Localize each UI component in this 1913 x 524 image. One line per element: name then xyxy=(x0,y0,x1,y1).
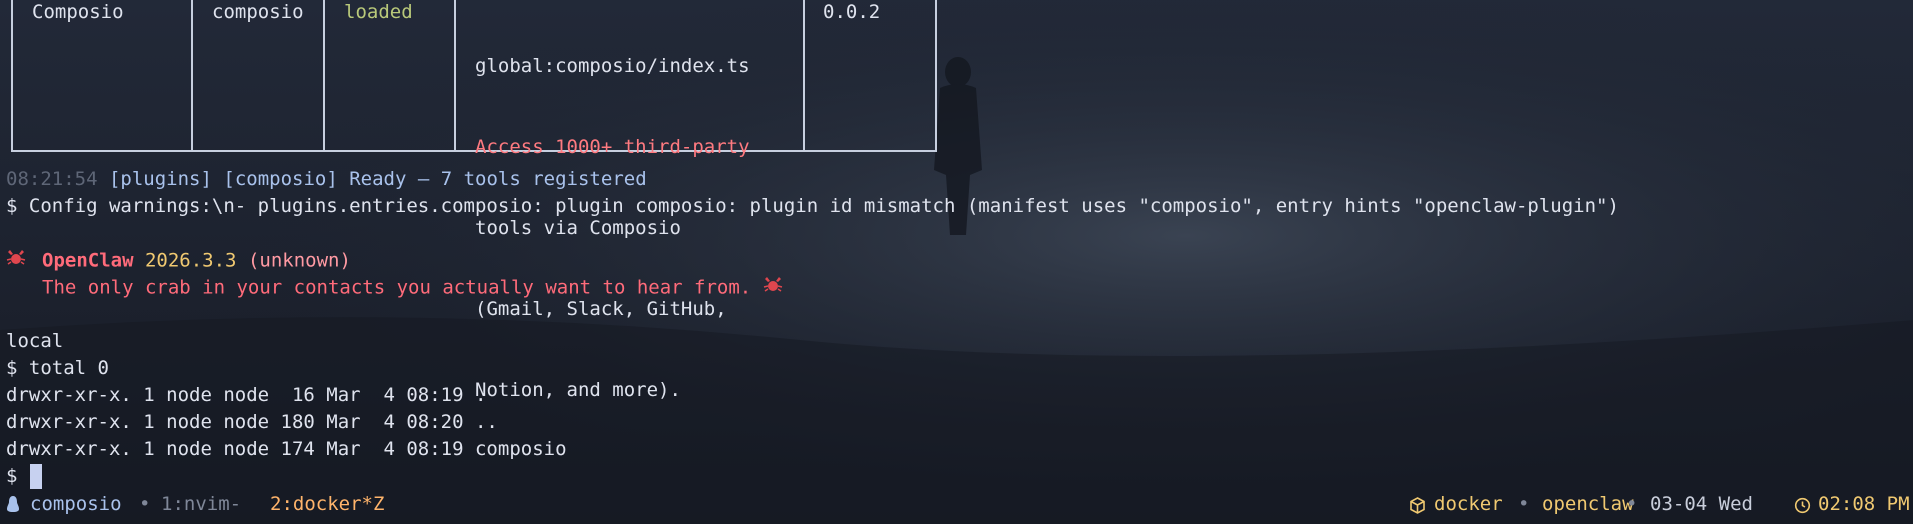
banner-line: OpenClaw 2026.3.3 (unknown) xyxy=(6,247,351,275)
shell-prompt: $ xyxy=(6,465,18,487)
log-tag-plugins: [plugins] xyxy=(108,168,212,190)
log-line: 08:21:54 [plugins] [composio] Ready — 7 … xyxy=(6,166,647,193)
status-separator: • xyxy=(1518,493,1530,515)
banner-tagline-line: The only crab in your contacts you actua… xyxy=(42,274,785,302)
plugin-name-cell: Composio xyxy=(32,1,124,23)
plugin-source-cell: global:composio/index.ts Access 1000+ th… xyxy=(475,0,750,458)
banner-app-name: OpenClaw xyxy=(42,249,134,272)
plugin-status-cell: loaded xyxy=(344,1,413,23)
listing-entry: drwxr-xr-x. 1 node node 16 Mar 4 08:19 . xyxy=(6,384,487,406)
config-warning-line: $ Config warnings:\n- plugins.entries.co… xyxy=(6,195,1619,217)
session-name[interactable]: composio xyxy=(30,491,122,518)
plugin-source: global:composio/index.ts xyxy=(475,55,750,77)
tmux-status-bar: composio • 1:nvim- 2:docker*Z docker • o… xyxy=(0,488,1913,524)
listing-header: local xyxy=(6,330,64,352)
container-label: openclaw xyxy=(1542,493,1634,515)
log-message: Ready — 7 tools registered xyxy=(349,168,647,190)
log-tag-composio: [composio] xyxy=(223,168,338,190)
time-label: 02:08 PM xyxy=(1818,493,1910,515)
log-timestamp: 08:21:54 xyxy=(6,168,98,190)
linux-icon xyxy=(5,494,21,521)
listing-total: $ total 0 xyxy=(6,357,109,379)
terminal-cursor[interactable] xyxy=(30,464,42,489)
banner-tagline: The only crab in your contacts you actua… xyxy=(42,276,752,299)
plugin-description-line: Notion, and more). xyxy=(475,379,681,401)
plugin-id-cell: composio xyxy=(212,1,304,23)
crab-icon xyxy=(6,247,30,275)
crab-icon xyxy=(763,274,785,302)
status-separator: • xyxy=(1626,493,1638,515)
listing-entry: drwxr-xr-x. 1 node node 174 Mar 4 08:19 … xyxy=(6,438,567,460)
banner-version: 2026.3.3 xyxy=(144,249,237,272)
host-label: docker xyxy=(1434,493,1503,515)
window-tab-nvim[interactable]: 1:nvim- xyxy=(161,491,241,518)
listing-entry: drwxr-xr-x. 1 node node 180 Mar 4 08:20 … xyxy=(6,411,498,433)
clock-icon xyxy=(1794,495,1811,522)
plugin-description-highlight: Access 1000+ third-party xyxy=(475,136,750,158)
plugin-version-cell: 0.0.2 xyxy=(823,1,881,23)
plugin-table: Composio composio loaded global:composio… xyxy=(11,0,937,401)
table-divider xyxy=(803,0,805,150)
table-divider xyxy=(191,0,193,150)
window-tab-docker[interactable]: 2:docker*Z xyxy=(270,491,384,518)
box-icon xyxy=(1409,495,1426,522)
banner-build: (unknown) xyxy=(247,249,351,272)
status-separator: • xyxy=(139,493,151,515)
table-divider xyxy=(323,0,325,150)
date-label: 03-04 Wed xyxy=(1650,493,1753,515)
table-divider xyxy=(454,0,456,150)
